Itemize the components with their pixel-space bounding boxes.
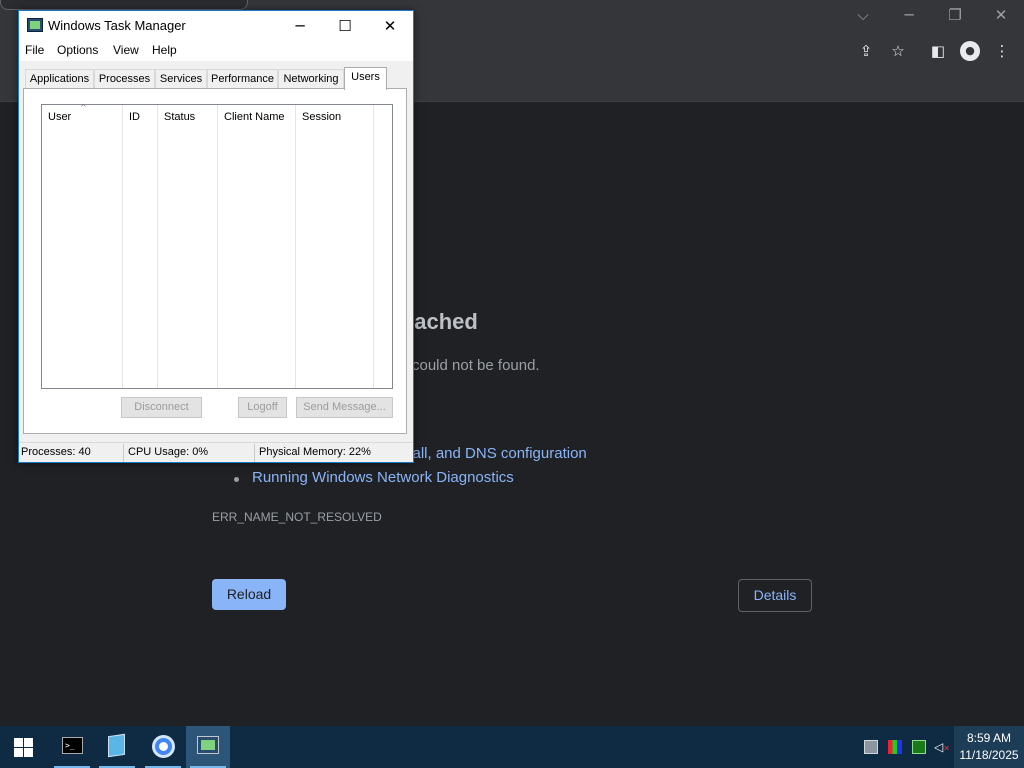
tab-networking[interactable]: Networking <box>278 69 344 89</box>
disconnect-button[interactable]: Disconnect <box>121 397 202 418</box>
task-manager-icon <box>197 736 219 754</box>
list-bullet <box>234 477 239 482</box>
command-prompt-icon: >_ <box>62 737 83 754</box>
column-id-label: ID <box>129 111 140 123</box>
status-icon[interactable] <box>912 740 926 754</box>
task-manager-app-icon <box>27 18 43 32</box>
maximize-button[interactable]: ☐ <box>322 11 368 41</box>
tab-search-icon[interactable]: ⌵ <box>843 4 883 26</box>
column-id[interactable]: ID <box>123 105 158 388</box>
status-separator <box>254 444 255 462</box>
browser-restore-button[interactable]: ❐ <box>935 4 975 26</box>
clock-date: 11/18/2025 <box>959 748 1019 762</box>
tab-processes[interactable]: Processes <box>94 69 155 89</box>
status-processes: Processes: 40 <box>21 446 91 458</box>
menu-view[interactable]: View <box>113 43 139 57</box>
display-icon[interactable] <box>888 740 902 754</box>
taskbar-notepad[interactable] <box>95 726 139 768</box>
column-status-label: Status <box>164 111 196 123</box>
logoff-button[interactable]: Logoff <box>238 397 287 418</box>
users-panel: User ^ ID Status Client Name Session Dis… <box>23 88 407 434</box>
minimize-button[interactable]: ─ <box>277 11 323 41</box>
menu-options[interactable]: Options <box>57 43 98 57</box>
chrome-icon <box>152 735 175 758</box>
menu-bar: File Options View Help <box>19 41 413 61</box>
column-session[interactable]: Session <box>296 105 374 388</box>
clock[interactable]: 8:59 AM 11/18/2025 <box>954 726 1024 768</box>
tab-users[interactable]: Users <box>344 67 387 90</box>
network-diagnostics-link[interactable]: Running Windows Network Diagnostics <box>252 469 514 486</box>
users-list[interactable]: User ^ ID Status Client Name Session <box>41 103 393 389</box>
taskbar-chrome[interactable] <box>141 726 185 768</box>
tab-services[interactable]: Services <box>155 69 207 89</box>
share-icon[interactable]: ⇪ <box>856 41 876 61</box>
check-firewall-link[interactable]: vall, and DNS configuration <box>405 445 587 462</box>
start-button[interactable] <box>0 726 46 768</box>
windows-logo-icon <box>24 748 33 757</box>
browser-menu-icon[interactable]: ⋮ <box>992 41 1012 61</box>
windows-logo-icon <box>14 738 23 747</box>
volume-muted-icon[interactable]: ◁✕ <box>934 740 950 754</box>
column-session-label: Session <box>302 111 342 123</box>
taskbar: >_ ◁✕ 8:59 AM 11/18/2025 <box>0 726 1024 768</box>
tab-strip: Applications Processes Services Performa… <box>23 67 407 90</box>
taskbar-task-manager[interactable] <box>186 726 230 768</box>
status-separator <box>123 444 124 462</box>
error-code: ERR_NAME_NOT_RESOLVED <box>212 510 382 524</box>
window-title: Windows Task Manager <box>48 18 186 33</box>
bookmark-star-icon[interactable]: ☆ <box>888 41 908 61</box>
column-client-name[interactable]: Client Name <box>218 105 296 388</box>
sort-ascending-icon: ^ <box>80 103 87 112</box>
close-button[interactable]: ✕ <box>367 11 413 41</box>
windows-logo-icon <box>14 748 23 757</box>
column-user-label: User <box>48 111 72 123</box>
profile-icon[interactable]: ● <box>960 41 980 61</box>
tab-applications[interactable]: Applications <box>25 69 94 89</box>
browser-minimize-button[interactable]: ─ <box>889 4 929 26</box>
notepad-icon <box>108 733 125 758</box>
tab-performance[interactable]: Performance <box>207 69 278 89</box>
task-manager-titlebar[interactable]: Windows Task Manager ─ ☐ ✕ <box>19 11 413 41</box>
status-memory: Physical Memory: 22% <box>259 446 371 458</box>
menu-file[interactable]: File <box>25 43 44 57</box>
menu-help[interactable]: Help <box>152 43 177 57</box>
column-user[interactable]: User ^ <box>42 103 123 388</box>
browser-tab[interactable] <box>0 0 248 10</box>
clock-time: 8:59 AM <box>966 731 1012 745</box>
taskbar-command-prompt[interactable]: >_ <box>50 726 94 768</box>
status-cpu: CPU Usage: 0% <box>128 446 209 458</box>
task-manager-window: Windows Task Manager ─ ☐ ✕ File Options … <box>18 10 414 463</box>
windows-logo-icon <box>24 738 33 747</box>
column-status[interactable]: Status <box>158 105 218 388</box>
network-icon[interactable] <box>864 740 878 754</box>
browser-close-button[interactable]: ✕ <box>981 4 1021 26</box>
details-button[interactable]: Details <box>738 579 812 612</box>
reload-button[interactable]: Reload <box>212 579 286 610</box>
status-bar: Processes: 40 CPU Usage: 0% Physical Mem… <box>19 442 413 462</box>
side-panel-icon[interactable]: ◧ <box>928 41 948 61</box>
send-message-button[interactable]: Send Message... <box>296 397 393 418</box>
column-client-name-label: Client Name <box>224 111 285 123</box>
